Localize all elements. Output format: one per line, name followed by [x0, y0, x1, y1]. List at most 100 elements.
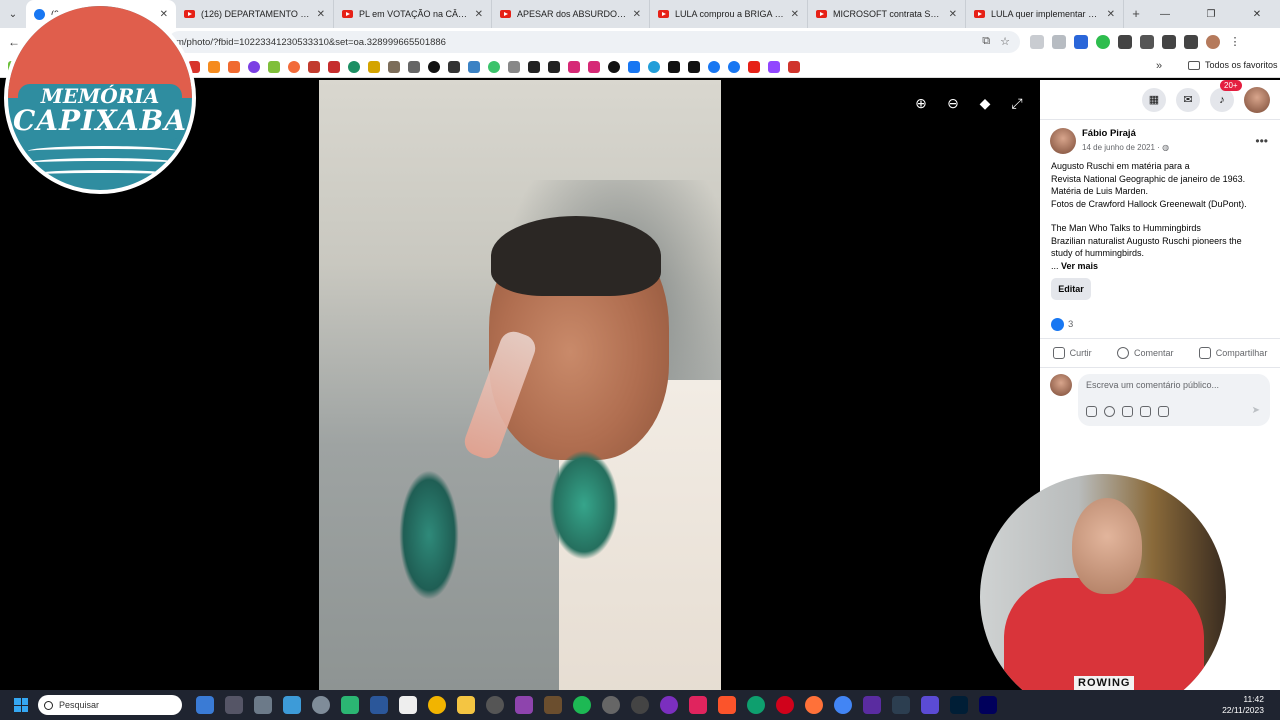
app-icon[interactable]: [515, 696, 533, 714]
tab-youtube-6[interactable]: LULA quer implementar PPCL ✕: [966, 0, 1124, 28]
app-icon[interactable]: [428, 696, 446, 714]
zoom-out-icon[interactable]: ⊖: [944, 94, 962, 112]
author-avatar[interactable]: [1050, 128, 1076, 154]
widgets-icon[interactable]: [196, 696, 214, 714]
app-icon[interactable]: [399, 696, 417, 714]
bookmark-icon[interactable]: [528, 60, 540, 73]
bookmark-icon[interactable]: [348, 60, 360, 73]
see-more-link[interactable]: Ver mais: [1061, 261, 1098, 271]
bookmark-icon[interactable]: [548, 60, 560, 73]
bookmark-icon[interactable]: [408, 60, 420, 73]
tab-youtube-3[interactable]: APESAR dos ABSURDOS ERRO ✕: [492, 0, 650, 28]
brave-icon[interactable]: [718, 696, 736, 714]
bookmark-icon[interactable]: [788, 60, 800, 73]
threads-icon[interactable]: [608, 60, 620, 73]
tab-youtube-5[interactable]: MICROSOFT contrata SAM AL ✕: [808, 0, 966, 28]
all-bookmarks-folder[interactable]: Todos os favoritos: [1188, 60, 1278, 70]
puzzle-icon[interactable]: [1118, 35, 1132, 49]
install-app-icon[interactable]: ⧉: [982, 35, 990, 48]
extension-icon[interactable]: [1030, 35, 1044, 49]
telegram-icon[interactable]: [648, 60, 660, 73]
camera-app-icon[interactable]: [225, 696, 243, 714]
emoji-icon[interactable]: [1104, 406, 1115, 417]
send-icon[interactable]: ➤: [1252, 405, 1260, 416]
firefox-icon[interactable]: [805, 696, 823, 714]
close-tab-icon[interactable]: ✕: [317, 9, 325, 20]
address-bar[interactable]: m/photo/?fbid=10223341230533310&set=oa.3…: [168, 31, 1020, 53]
restore-icon[interactable]: ❐: [1188, 0, 1234, 28]
account-avatar[interactable]: [1244, 86, 1270, 113]
close-tab-icon[interactable]: ✕: [949, 9, 957, 20]
instagram-icon[interactable]: [568, 60, 580, 73]
app-icon[interactable]: [892, 696, 910, 714]
app-icon[interactable]: [660, 696, 678, 714]
tab-youtube-2[interactable]: PL em VOTAÇÃO na CÂMARA ✕: [334, 0, 492, 28]
facebook-icon[interactable]: [728, 60, 740, 73]
extension-icon[interactable]: [1096, 35, 1110, 49]
media-icon[interactable]: [1140, 35, 1154, 49]
tab-youtube-4[interactable]: LULA comprou a BRIGA do M ✕: [650, 0, 808, 28]
profile-avatar-icon[interactable]: [1206, 35, 1220, 49]
youtube-icon[interactable]: [748, 60, 760, 73]
comment-input[interactable]: Escreva um comentário público... ➤: [1078, 374, 1270, 426]
bookmark-icon[interactable]: [428, 60, 440, 73]
bookmark-icon[interactable]: [488, 60, 500, 73]
app-icon[interactable]: [544, 696, 562, 714]
x-icon[interactable]: [668, 60, 680, 73]
bookmark-icon[interactable]: [388, 60, 400, 73]
bookmark-star-icon[interactable]: ☆: [1000, 35, 1010, 48]
bookmark-icon[interactable]: [368, 60, 380, 73]
close-tab-icon[interactable]: ✕: [791, 9, 799, 20]
like-button[interactable]: Curtir: [1052, 347, 1092, 359]
photo-image[interactable]: [319, 80, 721, 690]
app-icon[interactable]: [341, 696, 359, 714]
bookmark-icon[interactable]: [228, 60, 240, 73]
spotify-icon[interactable]: [573, 696, 591, 714]
sticker-icon[interactable]: [1158, 406, 1169, 417]
app-icon[interactable]: [283, 696, 301, 714]
system-clock[interactable]: 11:42 22/11/2023: [1222, 694, 1264, 716]
extension-icon[interactable]: [1052, 35, 1066, 49]
reactions-summary[interactable]: 3: [1051, 318, 1073, 331]
chrome-icon[interactable]: [834, 696, 852, 714]
tab-youtube-1[interactable]: (126) DEPARTAMENTO DE JUST ✕: [176, 0, 334, 28]
menu-grid-icon[interactable]: ▦: [1142, 87, 1166, 112]
calculator-icon[interactable]: [254, 696, 272, 714]
bookmark-icon[interactable]: [328, 60, 340, 73]
zoom-in-icon[interactable]: ⊕: [912, 94, 930, 112]
more-bookmarks-icon[interactable]: »: [1156, 60, 1162, 72]
photoshop-icon[interactable]: [950, 696, 968, 714]
post-date[interactable]: 14 de junho de 2021 ·: [1082, 143, 1160, 152]
audition-icon[interactable]: [979, 696, 997, 714]
music-icon[interactable]: [486, 696, 504, 714]
close-window-icon[interactable]: ✕: [1234, 0, 1280, 28]
facebook-icon[interactable]: [708, 60, 720, 73]
taskbar-search[interactable]: Pesquisar: [38, 695, 182, 715]
bookmark-icon[interactable]: [508, 60, 520, 73]
bookmark-icon[interactable]: [268, 60, 280, 73]
app-icon[interactable]: [689, 696, 707, 714]
avatar-sticker-icon[interactable]: [1086, 406, 1097, 417]
bookmark-icon[interactable]: [288, 60, 300, 73]
share-button[interactable]: Compartilhar: [1198, 347, 1267, 359]
app-icon[interactable]: [602, 696, 620, 714]
twitch-icon[interactable]: [768, 60, 780, 73]
menu-dots-icon[interactable]: ⋮: [1228, 35, 1242, 49]
meta-icon[interactable]: [628, 60, 640, 73]
messenger-icon[interactable]: ✉: [1176, 87, 1200, 112]
word-icon[interactable]: [370, 696, 388, 714]
app-icon[interactable]: [921, 696, 939, 714]
tag-icon[interactable]: ◆: [976, 94, 994, 112]
bookmark-icon[interactable]: [448, 60, 460, 73]
side-panel-icon[interactable]: [1184, 35, 1198, 49]
close-tab-icon[interactable]: ✕: [633, 9, 641, 20]
app-icon[interactable]: [863, 696, 881, 714]
instagram-icon[interactable]: [588, 60, 600, 73]
tiktok-icon[interactable]: [688, 60, 700, 73]
notifications-bell-icon[interactable]: ♪ 20+: [1210, 79, 1242, 112]
edit-button[interactable]: Editar: [1051, 278, 1091, 300]
bookmark-icon[interactable]: [248, 60, 260, 73]
bookmark-icon[interactable]: [208, 60, 220, 73]
post-author[interactable]: Fábio Pirajá: [1082, 128, 1169, 139]
file-explorer-icon[interactable]: [457, 696, 475, 714]
